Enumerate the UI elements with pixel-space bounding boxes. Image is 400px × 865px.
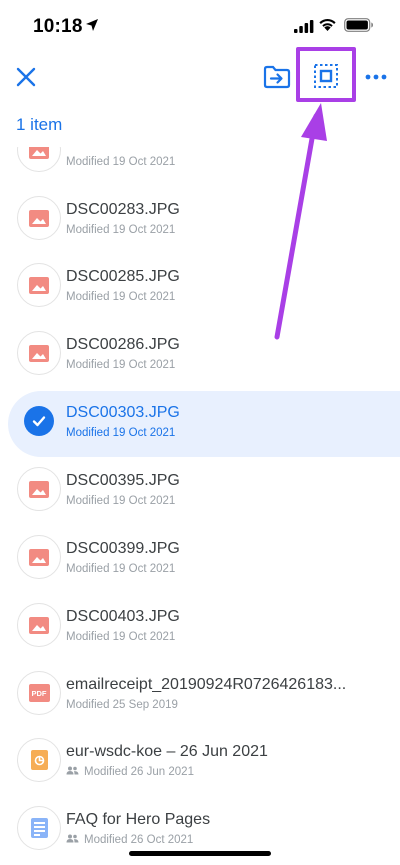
file-modified-text: Modified 26 Jun 2021: [84, 766, 194, 778]
file-modified-text: Modified 19 Oct 2021: [66, 631, 176, 643]
file-row[interactable]: Modified 19 Oct 2021: [0, 147, 400, 186]
file-row[interactable]: DSC00303.JPG Modified 19 Oct 2021: [8, 391, 400, 457]
file-modified-date: Modified 19 Oct 2021: [66, 291, 175, 303]
image-icon: [17, 331, 61, 375]
home-indicator: [129, 851, 271, 856]
status-time: 10:18: [33, 16, 83, 37]
file-name: DSC00395.JPG: [66, 472, 180, 489]
shared-people-icon: [66, 766, 79, 778]
file-name: emailreceipt_20190924R0726426183...: [66, 676, 347, 693]
file-modified-date: Modified 26 Jun 2021: [66, 766, 194, 778]
file-modified-text: Modified 26 Oct 2021: [84, 834, 194, 846]
image-icon: [17, 467, 61, 511]
file-row[interactable]: DSC00283.JPG Modified 19 Oct 2021: [0, 188, 400, 254]
image-icon: [17, 603, 61, 647]
file-row[interactable]: DSC00403.JPG Modified 19 Oct 2021: [0, 595, 400, 661]
file-name: DSC00403.JPG: [66, 608, 180, 625]
wifi-icon: [319, 18, 336, 31]
battery-icon: [344, 18, 373, 32]
slides-icon: [17, 738, 61, 782]
file-row[interactable]: eur-wsdc-koe – 26 Jun 2021 Modified 26 Ju…: [0, 730, 400, 796]
file-row[interactable]: DSC00286.JPG Modified 19 Oct 2021: [0, 323, 400, 389]
status-bar: 10:18: [0, 0, 400, 50]
file-row[interactable]: DSC00395.JPG Modified 19 Oct 2021: [0, 459, 400, 525]
file-modified-date: Modified 19 Oct 2021: [66, 495, 175, 507]
file-list: Modified 19 Oct 2021 DSC00283.JPG Modified…: [0, 147, 400, 865]
file-modified-text: Modified 19 Oct 2021: [66, 427, 176, 439]
file-modified-date: Modified 19 Oct 2021: [66, 359, 175, 371]
file-modified-date: Modified 19 Oct 2021: [66, 631, 175, 643]
file-row[interactable]: DSC00399.JPG Modified 19 Oct 2021: [0, 527, 400, 593]
close-icon[interactable]: [12, 63, 40, 91]
file-modified-date: Modified 19 Oct 2021: [66, 563, 175, 575]
file-modified-text: Modified 19 Oct 2021: [66, 359, 176, 371]
file-modified-date: Modified 26 Oct 2021: [66, 834, 193, 846]
file-name: DSC00286.JPG: [66, 336, 180, 353]
file-modified-text: Modified 19 Oct 2021: [66, 495, 176, 507]
file-name: DSC00303.JPG: [66, 404, 180, 421]
file-modified-date: Modified 25 Sep 2019: [66, 699, 178, 711]
file-name: DSC00283.JPG: [66, 201, 180, 218]
selection-count: 1 item: [16, 115, 63, 134]
file-modified-text: Modified 19 Oct 2021: [66, 156, 176, 168]
file-modified-text: Modified 19 Oct 2021: [66, 563, 176, 575]
file-modified-date: Modified 19 Oct 2021: [66, 156, 175, 168]
more-options-icon[interactable]: [364, 70, 388, 84]
file-modified-text: Modified 19 Oct 2021: [66, 291, 176, 303]
docs-icon: [17, 806, 61, 850]
image-icon: [17, 147, 61, 172]
pdf-icon: PDF: [17, 671, 61, 715]
image-icon: [17, 196, 61, 240]
move-to-folder-icon[interactable]: [263, 64, 291, 90]
file-name: DSC00285.JPG: [66, 268, 180, 285]
file-row[interactable]: DSC00285.JPG Modified 19 Oct 2021: [0, 255, 400, 321]
image-icon: [17, 263, 61, 307]
shared-people-icon: [66, 834, 79, 846]
file-name: FAQ for Hero Pages: [66, 811, 211, 828]
file-name: eur-wsdc-koe – 26 Jun 2021: [66, 743, 268, 760]
file-modified-date: Modified 19 Oct 2021: [66, 427, 175, 439]
file-row[interactable]: PDF emailreceipt_20190924R0726426183... Mo…: [0, 663, 400, 729]
file-modified-text: Modified 19 Oct 2021: [66, 224, 176, 236]
file-modified-text: Modified 25 Sep 2019: [66, 699, 178, 711]
location-arrow-icon: [86, 19, 98, 31]
check-circle-icon[interactable]: [17, 399, 61, 443]
file-name: DSC00399.JPG: [66, 540, 180, 557]
image-icon: [17, 535, 61, 579]
file-modified-date: Modified 19 Oct 2021: [66, 224, 175, 236]
cellular-signal-icon: [294, 20, 314, 33]
annotation-highlight-box: [296, 47, 356, 102]
